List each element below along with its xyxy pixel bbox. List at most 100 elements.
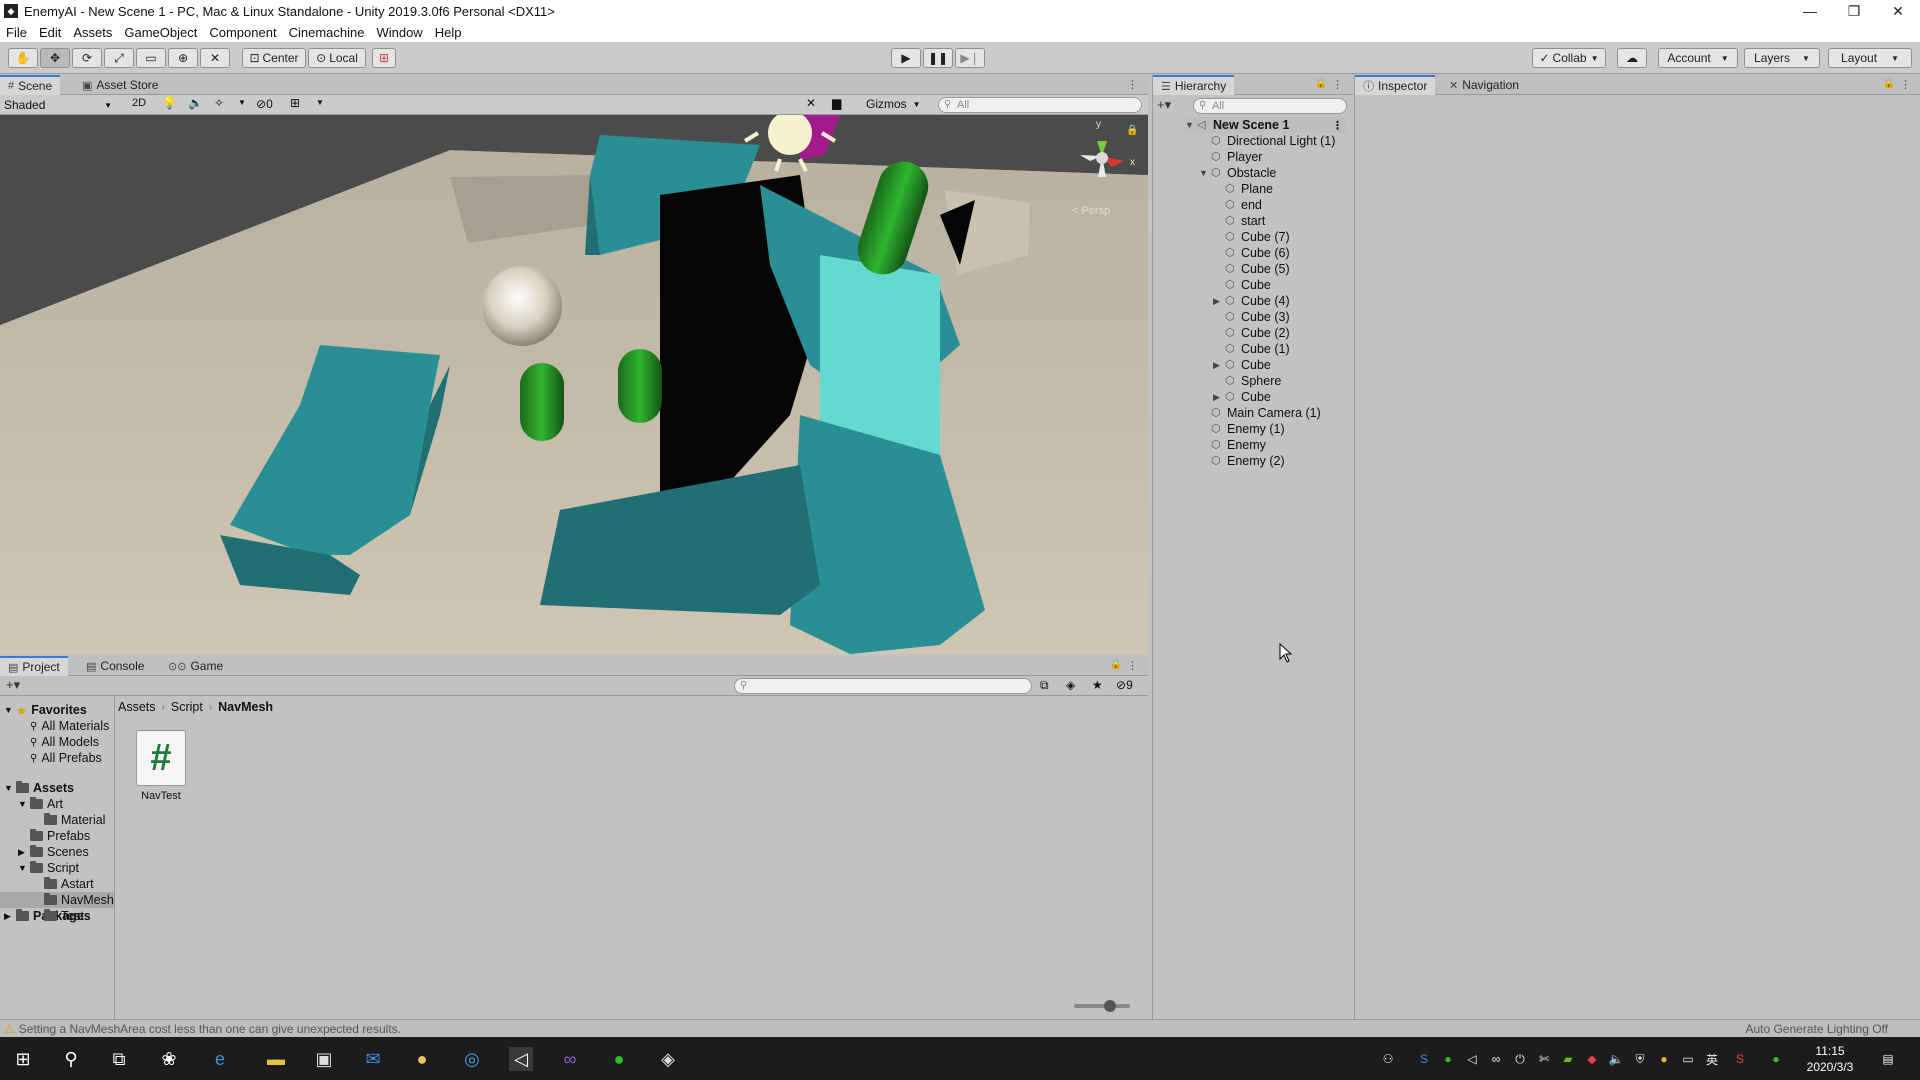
menu-assets[interactable]: Assets bbox=[73, 25, 112, 40]
filter-type-icon[interactable]: ⧉ bbox=[1040, 678, 1049, 693]
scene-viewport[interactable]: y x < Persp 🔒 bbox=[0, 115, 1148, 654]
ime-indicator[interactable]: 英 bbox=[1704, 1051, 1720, 1067]
favorite-star-icon[interactable]: ★ bbox=[1092, 678, 1103, 692]
custom-tool-icon[interactable]: ✕ bbox=[200, 48, 230, 68]
tab-console[interactable]: ▤ Console bbox=[78, 656, 152, 676]
menu-component[interactable]: Component bbox=[209, 25, 276, 40]
folder-item[interactable]: NavMesh bbox=[0, 892, 114, 908]
lighting-toggle-icon[interactable]: 💡 bbox=[162, 96, 177, 110]
scale-tool-icon[interactable]: ⤢ bbox=[104, 48, 134, 68]
expand-arrow-icon[interactable]: ▼ bbox=[18, 799, 30, 809]
pause-button[interactable]: ❚❚ bbox=[923, 48, 953, 68]
gizmos-dropdown[interactable]: Gizmos ▼ bbox=[866, 97, 921, 111]
tray-unity-icon[interactable]: ◁ bbox=[1464, 1051, 1480, 1067]
panel-menu-icon[interactable]: ⋮ bbox=[1900, 78, 1911, 91]
filter-label-icon[interactable]: ◈ bbox=[1066, 678, 1075, 692]
tab-inspector[interactable]: ⓘ Inspector bbox=[1355, 75, 1436, 95]
tray-link-icon[interactable]: ∞ bbox=[1488, 1051, 1504, 1067]
account-dropdown[interactable]: Account ▼ bbox=[1658, 48, 1738, 68]
shading-mode-dropdown[interactable]: Shaded ▼ bbox=[4, 97, 116, 113]
hierarchy-item[interactable]: ⬡ Plane bbox=[1213, 181, 1273, 197]
audio-toggle-icon[interactable]: 🔈 bbox=[188, 96, 203, 110]
hidden-objects-toggle[interactable]: ⊘ 0 bbox=[256, 97, 273, 111]
pivot-space-button[interactable]: ⊙ Local bbox=[308, 48, 366, 68]
tray-red-icon[interactable]: ◆ bbox=[1584, 1051, 1600, 1067]
people-icon[interactable]: ⚇ bbox=[1380, 1051, 1396, 1067]
step-button[interactable]: ▶❘ bbox=[955, 48, 985, 68]
grid-snap-icon[interactable]: ⊞ bbox=[290, 96, 300, 110]
network-icon[interactable]: ▭ bbox=[1680, 1051, 1696, 1067]
breadcrumb-script[interactable]: Script bbox=[171, 700, 203, 714]
expand-arrow-icon[interactable]: ▼ bbox=[1199, 168, 1211, 178]
expand-arrow-icon[interactable]: ▼ bbox=[18, 863, 30, 873]
status-message[interactable]: Setting a NavMeshArea cost less than one… bbox=[19, 1022, 401, 1036]
menu-edit[interactable]: Edit bbox=[39, 25, 61, 40]
tools-icon[interactable]: ✕ bbox=[806, 96, 816, 110]
store-icon[interactable]: ▣ bbox=[312, 1047, 336, 1071]
chevron-down-icon[interactable]: ▼ bbox=[238, 98, 246, 107]
menu-file[interactable]: File bbox=[6, 25, 27, 40]
folder-item[interactable]: Test bbox=[32, 908, 84, 924]
tray-tool-icon[interactable]: ✄ bbox=[1536, 1051, 1552, 1067]
asset-navtest[interactable]: # NavTest bbox=[134, 730, 188, 810]
play-button[interactable]: ▶ bbox=[891, 48, 921, 68]
visual-studio-icon[interactable]: ∞ bbox=[558, 1047, 582, 1071]
hierarchy-item[interactable]: ⬡ Directional Light (1) bbox=[1199, 133, 1335, 149]
file-explorer-icon[interactable]: ▬ bbox=[264, 1047, 288, 1071]
breadcrumb-assets[interactable]: Assets bbox=[118, 700, 156, 714]
folder-item[interactable]: ▶ Scenes bbox=[18, 844, 89, 860]
chevron-down-icon[interactable]: ▼ bbox=[316, 98, 324, 107]
tray-wechat-icon[interactable]: ● bbox=[1768, 1051, 1784, 1067]
hierarchy-item[interactable]: ⬡ Cube (2) bbox=[1213, 325, 1290, 341]
hierarchy-item[interactable]: ▶ ⬡ Cube bbox=[1213, 389, 1271, 405]
browser-icon[interactable]: ◎ bbox=[460, 1047, 484, 1071]
hierarchy-item[interactable]: ⬡ Enemy (2) bbox=[1199, 453, 1285, 469]
hierarchy-search-input[interactable]: ⚲ All bbox=[1193, 98, 1347, 114]
minimize-button[interactable]: — bbox=[1788, 0, 1832, 22]
hierarchy-item[interactable]: ▶ ⬡ Cube bbox=[1213, 357, 1271, 373]
tray-yellow-icon[interactable]: ● bbox=[1656, 1051, 1672, 1067]
hierarchy-item[interactable]: ⬡ Cube bbox=[1213, 277, 1271, 293]
expand-arrow-icon[interactable]: ▶ bbox=[1213, 392, 1225, 403]
menu-help[interactable]: Help bbox=[435, 25, 462, 40]
notification-icon[interactable]: ▤ bbox=[1880, 1051, 1896, 1067]
expand-arrow-icon[interactable]: ▶ bbox=[1213, 360, 1225, 371]
hierarchy-item[interactable]: ⬡ Cube (1) bbox=[1213, 341, 1290, 357]
tray-shield-icon[interactable]: ⛨ bbox=[1632, 1051, 1648, 1067]
cloud-icon[interactable]: ☁ bbox=[1617, 48, 1647, 68]
orientation-gizmo[interactable]: y x < Persp bbox=[1062, 119, 1142, 217]
collab-button[interactable]: ✓ Collab ▼ bbox=[1532, 48, 1606, 68]
tab-scene[interactable]: # Scene bbox=[0, 75, 61, 95]
project-search-input[interactable]: ⚲ bbox=[734, 678, 1032, 694]
hierarchy-item[interactable]: ▶ ⬡ Cube (4) bbox=[1213, 293, 1290, 309]
hierarchy-item[interactable]: ⬡ Cube (6) bbox=[1213, 245, 1290, 261]
hand-tool-icon[interactable]: ✋ bbox=[8, 48, 38, 68]
pivot-center-button[interactable]: ⊡ Center bbox=[242, 48, 306, 68]
hierarchy-item[interactable]: ⬡ Cube (3) bbox=[1213, 309, 1290, 325]
app-icon[interactable]: ❀ bbox=[157, 1047, 181, 1071]
tray-s-icon[interactable]: S bbox=[1416, 1051, 1432, 1067]
hierarchy-item[interactable]: ⬡ Player bbox=[1199, 149, 1262, 165]
icon-size-slider[interactable] bbox=[1074, 1000, 1130, 1012]
effects-toggle-icon[interactable]: ✧ bbox=[214, 96, 224, 110]
scene-root-item[interactable]: ▼ ◁ New Scene 1 ⋮ bbox=[1185, 117, 1347, 133]
folder-item[interactable]: ▼ Art bbox=[18, 796, 63, 812]
favorite-all-materials[interactable]: ⚲ All Materials bbox=[30, 718, 109, 734]
hierarchy-item[interactable]: ⬡ Enemy (1) bbox=[1199, 421, 1285, 437]
lock-icon[interactable]: 🔒 bbox=[1315, 78, 1327, 89]
close-button[interactable]: ✕ bbox=[1876, 0, 1920, 22]
mail-icon[interactable]: ✉ bbox=[361, 1047, 385, 1071]
favorite-all-models[interactable]: ⚲ All Models bbox=[30, 734, 99, 750]
windows-start-icon[interactable]: ⊞ bbox=[11, 1047, 35, 1071]
folder-item[interactable]: Astart bbox=[32, 876, 94, 892]
snap-icon[interactable]: ⊞ bbox=[372, 48, 396, 68]
tab-asset-store[interactable]: ▣ Asset Store bbox=[74, 75, 166, 95]
green-app-icon[interactable]: ● bbox=[607, 1047, 631, 1071]
tray-s-red-icon[interactable]: S bbox=[1732, 1051, 1748, 1067]
nvidia-icon[interactable]: ▰ bbox=[1560, 1051, 1576, 1067]
mode-2d-toggle[interactable]: 2D bbox=[128, 97, 150, 113]
edge-browser-icon[interactable]: e bbox=[208, 1047, 232, 1071]
hierarchy-item[interactable]: ⬡ Cube (7) bbox=[1213, 229, 1290, 245]
scene-search-input[interactable]: ⚲ All bbox=[938, 97, 1142, 113]
hierarchy-item[interactable]: ⬡ start bbox=[1213, 213, 1265, 229]
